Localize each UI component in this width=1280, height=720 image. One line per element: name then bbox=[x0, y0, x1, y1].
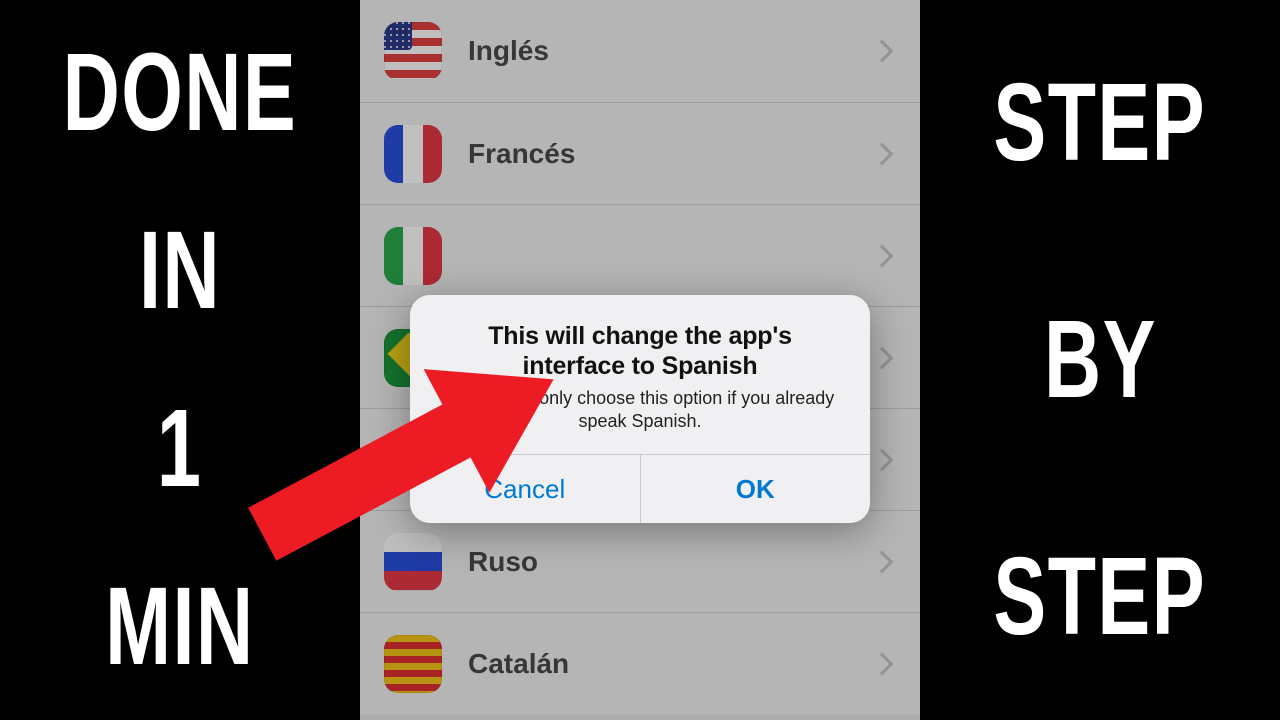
caption-word: BY bbox=[1044, 305, 1157, 415]
ok-button[interactable]: OK bbox=[640, 455, 871, 523]
language-row-frances[interactable]: Francés bbox=[360, 102, 920, 204]
chevron-right-icon bbox=[871, 346, 894, 369]
language-label: Ruso bbox=[468, 546, 874, 578]
chevron-right-icon bbox=[871, 652, 894, 675]
language-label: Francés bbox=[468, 138, 874, 170]
chevron-right-icon bbox=[871, 142, 894, 165]
caption-word: DONE bbox=[63, 38, 298, 148]
italy-flag-icon bbox=[384, 227, 442, 285]
language-row-catalan[interactable]: Catalán bbox=[360, 612, 920, 714]
confirmation-dialog: This will change the app's interface to … bbox=[410, 295, 870, 523]
chevron-right-icon bbox=[871, 550, 894, 573]
caption-word: IN bbox=[139, 216, 221, 326]
language-row-hidden-1[interactable] bbox=[360, 204, 920, 306]
language-row-ingles[interactable]: Inglés bbox=[360, 0, 920, 102]
right-caption: STEP BY STEP bbox=[920, 0, 1280, 720]
language-row-ruso[interactable]: Ruso bbox=[360, 510, 920, 612]
caption-word: MIN bbox=[105, 572, 255, 682]
language-label: Catalán bbox=[468, 648, 874, 680]
caption-word: 1 bbox=[157, 394, 202, 504]
caption-word: STEP bbox=[994, 68, 1207, 178]
france-flag-icon bbox=[384, 125, 442, 183]
language-label: Inglés bbox=[468, 35, 874, 67]
russia-flag-icon bbox=[384, 533, 442, 591]
dialog-title: This will change the app's interface to … bbox=[436, 321, 844, 381]
catalonia-flag-icon bbox=[384, 635, 442, 693]
usa-flag-icon bbox=[384, 22, 442, 80]
phone-screen: Inglés Francés Ruso Catalán This will ch… bbox=[360, 0, 920, 720]
chevron-right-icon bbox=[871, 448, 894, 471]
dialog-message: You should only choose this option if yo… bbox=[436, 387, 844, 432]
chevron-right-icon bbox=[871, 40, 894, 63]
left-caption: DONE IN 1 MIN bbox=[0, 0, 360, 720]
chevron-right-icon bbox=[871, 244, 894, 267]
caption-word: STEP bbox=[994, 542, 1207, 652]
cancel-button[interactable]: Cancel bbox=[410, 455, 640, 523]
